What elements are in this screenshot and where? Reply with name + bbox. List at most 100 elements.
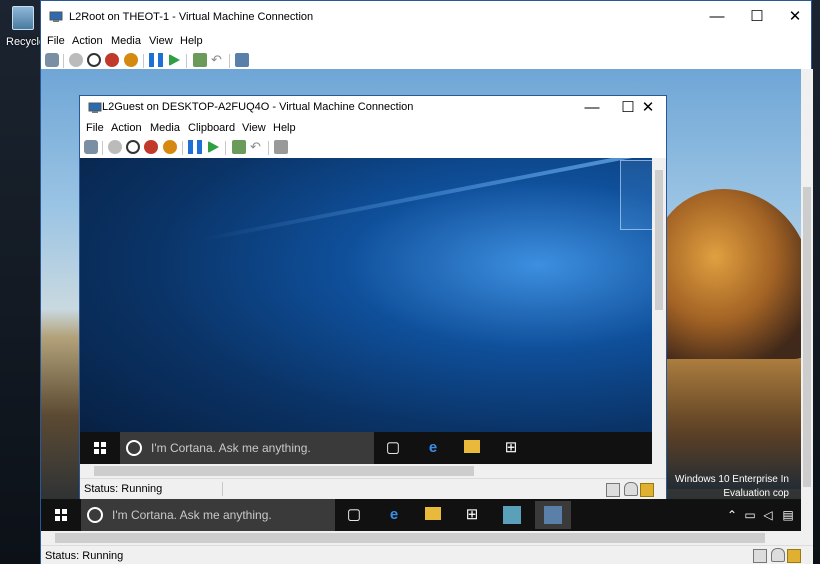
pause-icon[interactable] <box>149 53 163 67</box>
cortana-icon <box>87 507 103 523</box>
mouse-icon <box>624 482 638 496</box>
inner-menu-media[interactable]: Media <box>150 122 180 134</box>
outer-menu-action[interactable]: Action <box>72 35 103 47</box>
inner-window-title: L2Guest on DESKTOP-A2FUQ4O - Virtual Mac… <box>102 101 414 113</box>
cortana-icon <box>126 440 142 456</box>
task-view-icon[interactable]: ▢ <box>345 506 363 524</box>
checkpoint-icon[interactable] <box>232 140 246 154</box>
recycle-bin-icon <box>12 6 34 30</box>
revert-icon[interactable]: ↶ <box>211 53 225 67</box>
toolbar-separator <box>63 54 64 68</box>
volume-icon[interactable]: ◁ <box>759 506 777 524</box>
recycle-bin[interactable]: Recycle <box>0 0 45 52</box>
resume-icon[interactable] <box>206 140 220 154</box>
inner-horizontal-scrollbar[interactable] <box>80 464 666 478</box>
ctrl-alt-del-icon[interactable] <box>45 53 59 67</box>
store-icon[interactable]: ⊞ <box>463 506 481 524</box>
toolbar-separator <box>102 141 103 155</box>
outer-cortana-search[interactable]: I'm Cortana. Ask me anything. <box>81 499 335 531</box>
store-icon[interactable]: ⊞ <box>502 439 520 457</box>
turn-off-icon[interactable] <box>126 140 140 154</box>
tray-chevron-up-icon[interactable]: ⌃ <box>723 506 741 524</box>
vm-connection-taskbar-icon <box>544 506 562 524</box>
start-vm-icon[interactable] <box>108 140 122 154</box>
vm-connection-icon <box>88 102 102 113</box>
start-vm-icon[interactable] <box>69 53 83 67</box>
keyboard-icon <box>753 549 767 563</box>
outer-menu-help[interactable]: Help <box>180 35 203 47</box>
outer-hscroll-thumb[interactable] <box>55 533 765 543</box>
file-explorer-icon[interactable] <box>425 507 441 520</box>
inner-vertical-scrollbar[interactable] <box>652 158 666 464</box>
inner-status-bar: Status: Running <box>80 478 666 500</box>
network-icon[interactable]: ▭ <box>741 506 759 524</box>
keyboard-icon <box>606 483 620 497</box>
outer-menu-media[interactable]: Media <box>111 35 141 47</box>
inner-menu-file[interactable]: File <box>86 122 104 134</box>
lock-icon <box>787 549 801 563</box>
edge-icon[interactable]: e <box>385 506 403 524</box>
wallpaper-windows-logo <box>620 160 652 230</box>
file-explorer-icon[interactable] <box>464 440 480 453</box>
inner-cortana-placeholder: I'm Cortana. Ask me anything. <box>151 441 311 455</box>
revert-icon[interactable]: ↶ <box>250 140 264 154</box>
inner-menu-clipboard[interactable]: Clipboard <box>188 122 235 134</box>
outer-cortana-placeholder: I'm Cortana. Ask me anything. <box>112 508 272 522</box>
outer-guest-taskbar: I'm Cortana. Ask me anything. ▢ e ⊞ ⌃ ▭ … <box>41 499 801 531</box>
enhanced-session-icon[interactable] <box>274 140 288 154</box>
task-view-icon[interactable]: ▢ <box>384 439 402 457</box>
enhanced-session-icon[interactable] <box>235 53 249 67</box>
inner-minimize-button[interactable]: — <box>574 96 610 120</box>
inner-close-button[interactable]: ✕ <box>630 96 666 120</box>
status-separator <box>222 482 223 496</box>
toolbar-separator <box>229 54 230 68</box>
turn-off-icon[interactable] <box>87 53 101 67</box>
outer-close-button[interactable]: ✕ <box>775 1 815 33</box>
resume-icon[interactable] <box>167 53 181 67</box>
outer-vertical-scrollbar[interactable] <box>801 69 813 531</box>
windows-start-icon[interactable] <box>94 442 106 454</box>
outer-vm-display[interactable]: Windows 10 Enterprise In Evaluation cop … <box>41 69 801 531</box>
toolbar-separator <box>182 141 183 155</box>
inner-menu-help[interactable]: Help <box>273 122 296 134</box>
pause-icon[interactable] <box>188 140 202 154</box>
wallpaper-light-beam <box>199 158 652 242</box>
ctrl-alt-del-icon[interactable] <box>84 140 98 154</box>
watermark-line1: Windows 10 Enterprise In <box>675 474 789 485</box>
outer-toolbar: ↶ <box>41 51 811 71</box>
checkpoint-icon[interactable] <box>193 53 207 67</box>
inner-guest-taskbar: I'm Cortana. Ask me anything. ▢ e ⊞ <box>80 432 652 464</box>
outer-menu-file[interactable]: File <box>47 35 65 47</box>
landscape-rock <box>651 189 801 359</box>
outer-minimize-button[interactable]: — <box>697 1 737 33</box>
outer-menu-view[interactable]: View <box>149 35 173 47</box>
shut-down-icon[interactable] <box>144 140 158 154</box>
inner-cortana-search[interactable]: I'm Cortana. Ask me anything. <box>120 432 374 464</box>
hyper-v-manager-icon[interactable] <box>503 506 521 524</box>
outer-vm-window: L2Root on THEOT-1 - Virtual Machine Conn… <box>40 0 813 564</box>
shut-down-icon[interactable] <box>105 53 119 67</box>
outer-horizontal-scrollbar[interactable] <box>41 531 813 545</box>
outer-maximize-button[interactable]: ☐ <box>737 1 777 33</box>
outer-window-title: L2Root on THEOT-1 - Virtual Machine Conn… <box>69 11 314 23</box>
inner-hscroll-thumb[interactable] <box>94 466 474 476</box>
outer-vscroll-thumb[interactable] <box>803 187 811 487</box>
inner-vm-display[interactable]: I'm Cortana. Ask me anything. ▢ e ⊞ <box>80 158 652 464</box>
save-state-icon[interactable] <box>124 53 138 67</box>
edge-icon[interactable]: e <box>424 439 442 457</box>
inner-menu-action[interactable]: Action <box>111 122 142 134</box>
toolbar-separator <box>186 54 187 68</box>
toolbar-separator <box>268 141 269 155</box>
inner-vscroll-thumb[interactable] <box>655 170 663 310</box>
windows-start-icon[interactable] <box>55 509 67 521</box>
action-center-icon[interactable]: ▤ <box>779 506 797 524</box>
inner-menu-bar: File Action Media Clipboard View Help <box>80 120 666 138</box>
save-state-icon[interactable] <box>163 140 177 154</box>
mouse-icon <box>771 548 785 562</box>
inner-menu-view[interactable]: View <box>242 122 266 134</box>
inner-toolbar: ↶ <box>80 138 666 158</box>
outer-menu-bar: File Action Media View Help <box>41 33 811 51</box>
outer-title-bar[interactable]: L2Root on THEOT-1 - Virtual Machine Conn… <box>41 1 811 33</box>
inner-title-bar[interactable]: L2Guest on DESKTOP-A2FUQ4O - Virtual Mac… <box>80 96 666 120</box>
toolbar-separator <box>225 141 226 155</box>
